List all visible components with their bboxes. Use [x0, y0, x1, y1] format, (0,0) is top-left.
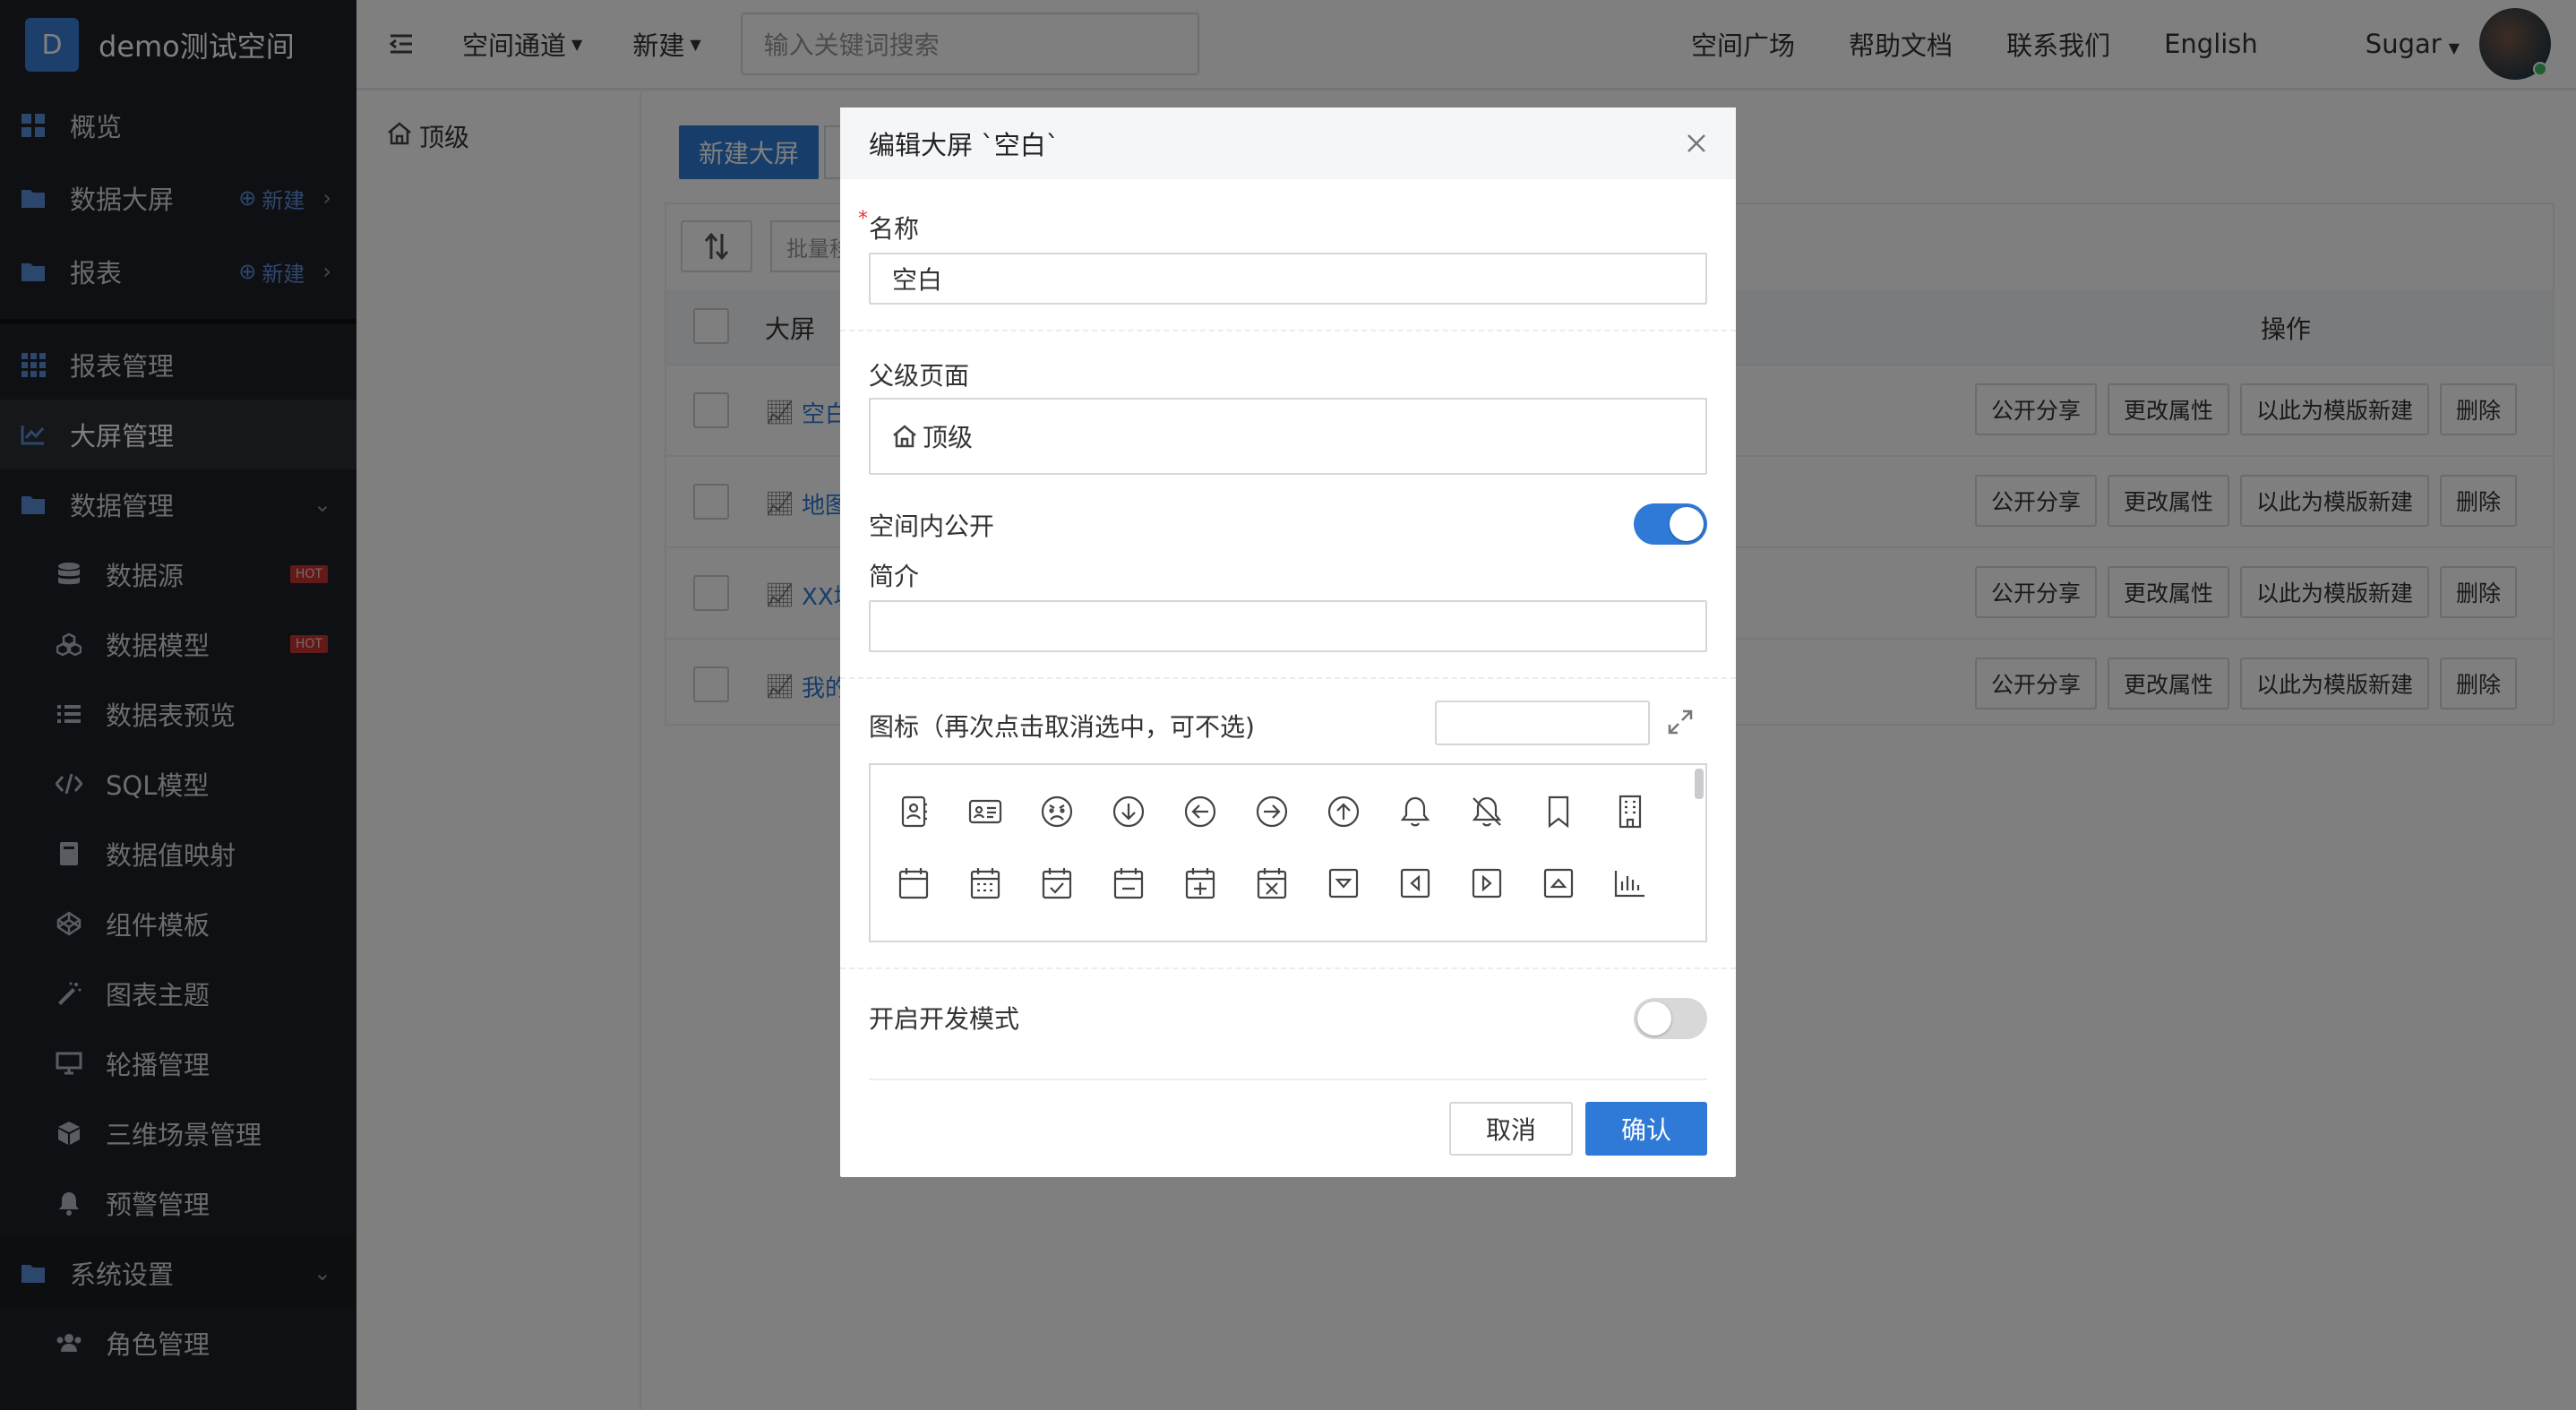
- icon-label: 图标（再次点击取消选中，可不选): [869, 712, 1255, 742]
- dev-mode-toggle[interactable]: [1634, 998, 1707, 1039]
- bell-slash-icon[interactable]: [1467, 792, 1507, 831]
- calendar-icon[interactable]: [894, 864, 933, 903]
- contact-book-icon[interactable]: [894, 792, 933, 831]
- description-label: 简介: [869, 562, 920, 591]
- calendar-plus-icon[interactable]: [1181, 864, 1220, 903]
- parent-page-label: 父级页面: [869, 361, 970, 391]
- calendar-alt-icon[interactable]: [966, 864, 1005, 903]
- icon-search-input[interactable]: [1435, 701, 1650, 745]
- dialog-header: 编辑大屏 `空白`: [840, 107, 1736, 179]
- required-mark: *: [858, 208, 868, 230]
- public-label: 空间内公开: [869, 512, 995, 541]
- arrow-circle-up-icon[interactable]: [1324, 792, 1363, 831]
- public-toggle[interactable]: [1634, 503, 1707, 545]
- close-icon[interactable]: [1680, 127, 1713, 159]
- bell-icon[interactable]: [1395, 792, 1435, 831]
- name-label: * 名称: [858, 208, 920, 244]
- caret-square-up-icon[interactable]: [1539, 864, 1578, 903]
- section-divider: [840, 677, 1736, 679]
- edit-screen-dialog: 编辑大屏 `空白` * 名称 空白 父级页面 顶级 空间内公开 简介 图标（再次点…: [840, 107, 1736, 1177]
- caret-square-right-icon[interactable]: [1467, 864, 1507, 903]
- caret-square-down-icon[interactable]: [1324, 864, 1363, 903]
- calendar-times-icon[interactable]: [1252, 864, 1292, 903]
- dialog-title: 编辑大屏 `空白`: [869, 130, 1060, 160]
- home-icon: [892, 425, 917, 448]
- angry-face-icon[interactable]: [1037, 792, 1077, 831]
- dev-mode-label: 开启开发模式: [869, 1004, 1020, 1034]
- arrow-circle-right-icon[interactable]: [1252, 792, 1292, 831]
- icon-picker-grid: [869, 763, 1707, 942]
- footer-divider: [869, 1079, 1707, 1080]
- cancel-button[interactable]: 取消: [1449, 1102, 1573, 1156]
- id-card-icon[interactable]: [966, 792, 1005, 831]
- description-input[interactable]: [869, 600, 1707, 652]
- bookmark-icon[interactable]: [1539, 792, 1578, 831]
- name-input[interactable]: 空白: [869, 253, 1707, 305]
- calendar-minus-icon[interactable]: [1109, 864, 1148, 903]
- scrollbar[interactable]: [1695, 769, 1704, 799]
- caret-square-left-icon[interactable]: [1395, 864, 1435, 903]
- section-divider: [840, 330, 1736, 331]
- arrow-circle-down-icon[interactable]: [1109, 792, 1148, 831]
- section-divider: [840, 967, 1736, 969]
- confirm-button[interactable]: 确认: [1585, 1102, 1707, 1156]
- toggle-knob: [1670, 507, 1704, 541]
- arrow-circle-left-icon[interactable]: [1181, 792, 1220, 831]
- chart-bar-icon[interactable]: [1610, 864, 1650, 903]
- calendar-check-icon[interactable]: [1037, 864, 1077, 903]
- expand-icon[interactable]: [1666, 708, 1695, 736]
- building-icon[interactable]: [1610, 792, 1650, 831]
- parent-page-select[interactable]: 顶级: [869, 398, 1707, 475]
- toggle-knob: [1637, 1002, 1671, 1036]
